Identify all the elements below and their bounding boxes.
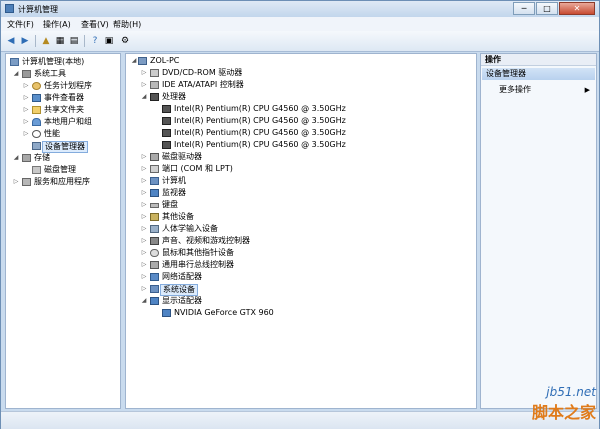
event-viewer-icon	[32, 94, 41, 102]
expand-icon[interactable]: ▷	[22, 92, 30, 104]
device-tree: ◢ ZOL-PC ▷ DVD/CD-ROM 驱动器 ▷ IDE ATA/ATAP…	[125, 53, 477, 409]
watermark-text: 脚本之家	[531, 403, 596, 422]
more-actions-link[interactable]: 更多操作	[499, 84, 531, 96]
show-hide-tree-icon[interactable]: ▦	[54, 35, 66, 47]
mouse-icon	[150, 249, 159, 257]
dvd-icon	[150, 69, 159, 77]
collapse-icon[interactable]: ◢	[140, 295, 148, 307]
navigation-tree: 计算机管理(本地) ◢ 系统工具 ▷ 任务计划程序 ▷ 事件查看器 ▷ 共享文件…	[5, 53, 121, 409]
computer-management-icon	[5, 4, 14, 13]
expand-icon[interactable]: ▷	[140, 175, 148, 187]
actions-section-device-manager[interactable]: 设备管理器	[482, 68, 595, 80]
up-folder-icon[interactable]: ▲	[40, 35, 52, 47]
collapse-icon[interactable]: ◢	[12, 152, 20, 164]
expand-icon[interactable]: ▷	[140, 199, 148, 211]
close-button[interactable]: ✕	[559, 2, 595, 15]
forward-icon[interactable]: ▶	[19, 35, 31, 47]
expand-icon[interactable]: ▷	[140, 211, 148, 223]
hid-icon	[150, 225, 159, 233]
title-bar: 计算机管理 ─ □ ✕	[1, 1, 599, 17]
expand-icon[interactable]: ▷	[22, 128, 30, 140]
other-device-icon	[150, 213, 159, 221]
users-icon	[32, 118, 41, 126]
sound-icon	[150, 237, 159, 245]
maximize-button[interactable]: □	[536, 2, 558, 15]
expand-icon[interactable]: ▷	[140, 259, 148, 271]
toolbar: ◀ ▶ ▲ ▦ ▤ ? ▣ ⚙	[1, 31, 599, 52]
menu-bar: 文件(F) 操作(A) 查看(V) 帮助(H)	[1, 17, 599, 31]
computer-icon	[150, 177, 159, 185]
expand-icon[interactable]: ▷	[140, 271, 148, 283]
collapse-icon[interactable]: ◢	[140, 91, 148, 103]
menu-view[interactable]: 查看(V)	[81, 19, 109, 30]
shared-folder-icon	[32, 106, 41, 114]
expand-icon[interactable]: ▷	[22, 116, 30, 128]
clock-icon	[32, 82, 41, 90]
computer-icon	[138, 57, 147, 65]
device-manager-icon	[32, 142, 41, 150]
cpu-icon	[162, 129, 171, 137]
watermark-url: jb51.net	[546, 385, 596, 399]
watermark: jb51.net 脚本之家	[532, 385, 596, 423]
expand-icon[interactable]: ▷	[140, 283, 148, 295]
expand-icon[interactable]: ▷	[12, 176, 20, 188]
expand-icon[interactable]: ▷	[140, 79, 148, 91]
submenu-arrow-icon: ▶	[584, 86, 590, 94]
cpu-icon	[162, 141, 171, 149]
computer-mgmt-icon	[10, 58, 19, 66]
status-bar	[1, 411, 599, 429]
minimize-button[interactable]: ─	[513, 2, 535, 15]
expand-icon[interactable]: ▷	[140, 67, 148, 79]
collapse-icon[interactable]: ◢	[12, 68, 20, 80]
menu-file[interactable]: 文件(F)	[7, 19, 34, 30]
expand-icon[interactable]: ▷	[140, 247, 148, 259]
ide-icon	[150, 81, 159, 89]
processor-icon	[150, 93, 159, 101]
system-device-icon	[150, 285, 159, 293]
view-icon[interactable]: ▣	[103, 35, 115, 47]
computer-management-window: 计算机管理 ─ □ ✕ 文件(F) 操作(A) 查看(V) 帮助(H) ◀ ▶ …	[0, 0, 600, 429]
scan-hardware-icon[interactable]: ⚙	[119, 35, 131, 47]
keyboard-icon	[150, 203, 159, 208]
performance-icon	[32, 130, 41, 138]
disk-icon	[32, 166, 41, 174]
cpu-icon	[162, 105, 171, 113]
expand-icon[interactable]: ▷	[140, 163, 148, 175]
collapse-icon[interactable]: ◢	[130, 55, 138, 67]
usb-icon	[150, 261, 159, 269]
disk-drive-icon	[150, 153, 159, 161]
expand-icon[interactable]: ▷	[140, 223, 148, 235]
expand-icon[interactable]: ▷	[140, 151, 148, 163]
help-icon[interactable]: ?	[89, 35, 101, 47]
services-icon	[22, 178, 31, 186]
expand-icon[interactable]: ▷	[22, 80, 30, 92]
monitor-icon	[150, 189, 159, 197]
menu-help[interactable]: 帮助(H)	[113, 19, 141, 30]
actions-header: 操作	[481, 54, 596, 66]
properties-icon[interactable]: ▤	[68, 35, 80, 47]
expand-icon[interactable]: ▷	[140, 187, 148, 199]
tools-icon	[22, 70, 31, 78]
network-icon	[150, 273, 159, 281]
back-icon[interactable]: ◀	[5, 35, 17, 47]
window-title: 计算机管理	[18, 5, 58, 14]
gpu-icon	[162, 309, 171, 317]
display-adapter-icon	[150, 297, 159, 305]
port-icon	[150, 165, 159, 173]
storage-icon	[22, 154, 31, 162]
menu-action[interactable]: 操作(A)	[43, 19, 71, 30]
expand-icon[interactable]: ▷	[22, 104, 30, 116]
cpu-icon	[162, 117, 171, 125]
actions-pane: 操作 设备管理器 更多操作 ▶	[480, 53, 597, 409]
expand-icon[interactable]: ▷	[140, 235, 148, 247]
